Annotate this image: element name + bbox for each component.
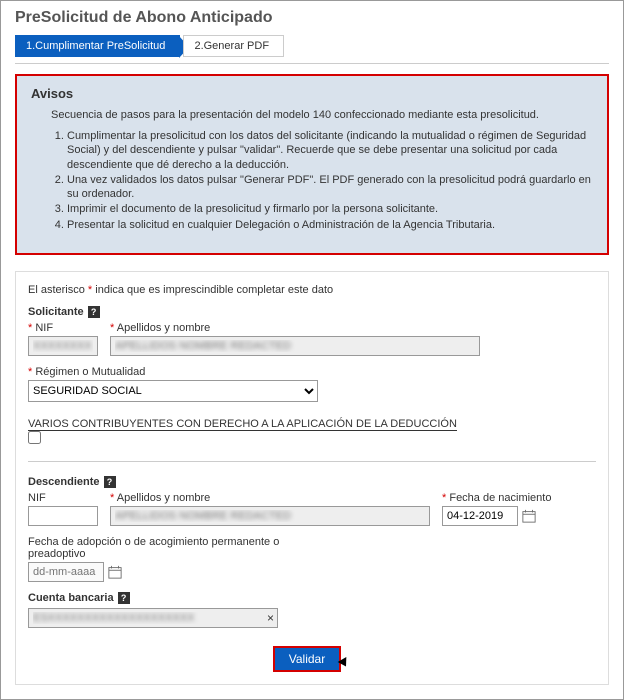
regimen-select[interactable]: SEGURIDAD SOCIAL [28, 380, 318, 402]
desc-name-label: * Apellidos y nombre [110, 492, 430, 504]
name-label: * Apellidos y nombre [110, 322, 480, 334]
main-form: El asterisco * indica que es imprescindi… [15, 271, 609, 685]
avisos-list: Cumplimentar la presolicitud con los dat… [67, 129, 593, 232]
avisos-item: Una vez validados los datos pulsar "Gene… [67, 173, 593, 202]
nif-label: * NIF [28, 322, 98, 334]
descendiente-name-input[interactable] [110, 506, 430, 526]
varios-contrib-checkbox[interactable] [28, 431, 41, 444]
steps-nav: 1.Cumplimentar PreSolicitud 2.Generar PD… [15, 35, 609, 64]
avisos-item: Cumplimentar la presolicitud con los dat… [67, 129, 593, 172]
varios-contrib-link[interactable]: VARIOS CONTRIBUYENTES CON DERECHO A LA A… [28, 418, 457, 431]
required-hint: El asterisco * indica que es imprescindi… [28, 284, 596, 296]
calendar-icon[interactable] [108, 565, 122, 579]
avisos-sequence: Secuencia de pasos para la presentación … [51, 109, 593, 121]
calendar-icon[interactable] [522, 509, 536, 523]
page-title: PreSolicitud de Abono Anticipado [15, 9, 609, 27]
descendiente-heading: Descendiente ? [28, 476, 596, 488]
solicitante-heading: Solicitante ? [28, 306, 596, 318]
help-icon[interactable]: ? [118, 592, 130, 604]
validar-button[interactable]: Validar [273, 646, 341, 672]
cuenta-heading: Cuenta bancaria ? [28, 592, 596, 604]
fecha-adop-input[interactable] [28, 562, 104, 582]
step-1[interactable]: 1.Cumplimentar PreSolicitud [15, 35, 180, 57]
solicitante-nif-input[interactable] [28, 336, 98, 356]
divider [28, 461, 596, 462]
fecha-nac-input[interactable] [442, 506, 518, 526]
solicitante-name-input[interactable] [110, 336, 480, 356]
clear-icon[interactable]: × [267, 611, 274, 625]
step-2[interactable]: 2.Generar PDF [183, 35, 284, 57]
help-icon[interactable]: ? [104, 476, 116, 488]
avisos-item: Presentar la solicitud en cualquier Dele… [67, 218, 593, 232]
fecha-nac-label: * Fecha de nacimiento [442, 492, 582, 504]
iban-input[interactable] [28, 608, 278, 628]
help-icon[interactable]: ? [88, 306, 100, 318]
regimen-label: * Régimen o Mutualidad [28, 366, 318, 378]
page: PreSolicitud de Abono Anticipado 1.Cumpl… [0, 0, 624, 700]
desc-nif-label: NIF [28, 492, 98, 504]
fecha-adop-label: Fecha de adopción o de acogimiento perma… [28, 536, 328, 560]
descendiente-nif-input[interactable] [28, 506, 98, 526]
avisos-item: Imprimir el documento de la presolicitud… [67, 202, 593, 216]
avisos-heading: Avisos [31, 86, 593, 101]
avisos-box: Avisos Secuencia de pasos para la presen… [15, 74, 609, 255]
